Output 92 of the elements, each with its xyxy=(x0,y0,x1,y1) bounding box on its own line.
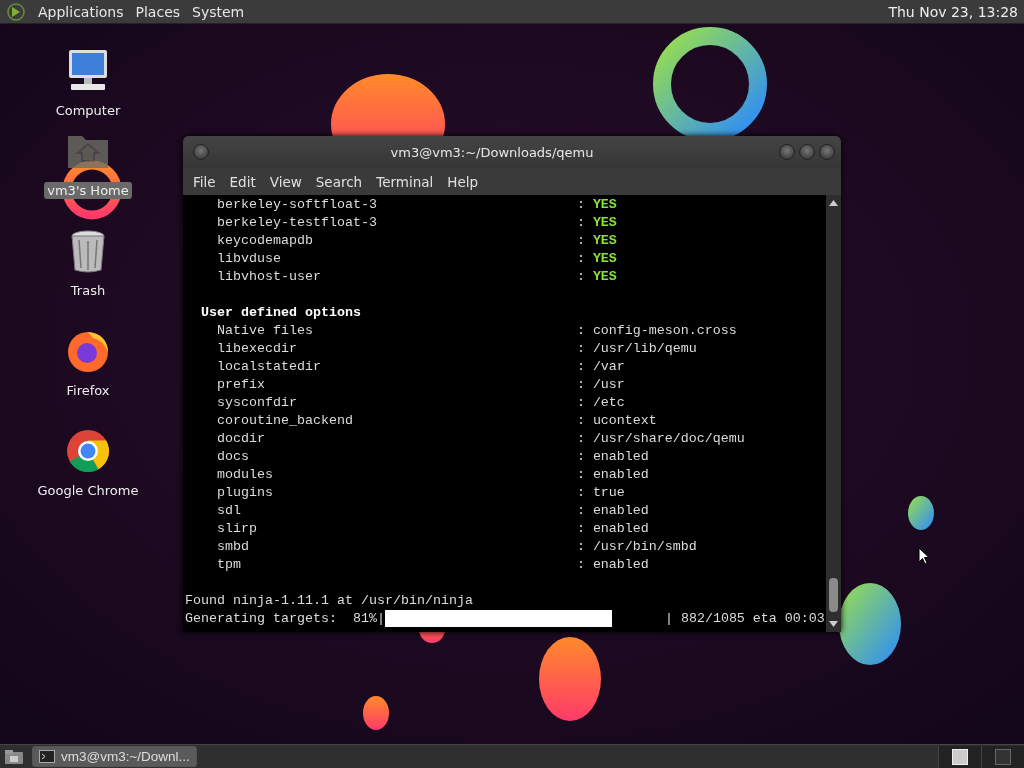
option-value: YES xyxy=(592,232,617,250)
separator: : xyxy=(576,214,585,232)
workspace-switcher-cell[interactable] xyxy=(938,745,981,768)
separator: : xyxy=(576,502,585,520)
option-name: keycodemapdb xyxy=(217,232,313,250)
menu-item[interactable]: Search xyxy=(309,171,371,192)
panel-menu[interactable]: System xyxy=(186,1,251,22)
progress-label: Generating targets: 81%| xyxy=(185,610,385,628)
separator: : xyxy=(576,250,585,268)
menu-item[interactable]: Terminal xyxy=(370,171,442,192)
option-value: /usr/share/doc/qemu xyxy=(592,430,745,448)
option-value: /usr/bin/smbd xyxy=(592,538,697,556)
option-name: plugins xyxy=(217,484,273,502)
scroll-up-icon[interactable] xyxy=(829,199,838,207)
separator: : xyxy=(576,340,585,358)
option-name: localstatedir xyxy=(217,358,321,376)
separator: : xyxy=(576,358,585,376)
separator: : xyxy=(576,466,585,484)
menu-item[interactable]: File xyxy=(187,171,224,192)
close-button[interactable] xyxy=(819,144,835,160)
option-name: slirp xyxy=(217,520,257,538)
option-name: libvduse xyxy=(217,250,281,268)
separator: : xyxy=(576,484,585,502)
separator: : xyxy=(576,538,585,556)
option-value: enabled xyxy=(592,466,649,484)
option-value: true xyxy=(592,484,625,502)
option-value: YES xyxy=(592,268,617,286)
maximize-button[interactable] xyxy=(799,144,815,160)
separator: : xyxy=(576,322,585,340)
option-name: berkeley-softfloat-3 xyxy=(217,196,377,214)
option-name: smbd xyxy=(217,538,249,556)
menu-logo-icon[interactable] xyxy=(6,1,26,22)
minimize-button[interactable] xyxy=(779,144,795,160)
progress-count: | 882/1085 eta 00:03 xyxy=(664,610,825,628)
menu-item[interactable]: Help xyxy=(441,171,487,192)
icon-label[interactable]: Google Chrome xyxy=(34,482,142,499)
separator: : xyxy=(576,520,585,538)
option-name: tpm xyxy=(217,556,241,574)
icon-label[interactable]: Firefox xyxy=(63,382,113,399)
option-value: YES xyxy=(592,250,617,268)
option-value: enabled xyxy=(592,502,649,520)
workspace-switcher-cell[interactable] xyxy=(981,745,1024,768)
clock[interactable]: Thu Nov 23, 13:28 xyxy=(882,1,1024,22)
option-name: libexecdir xyxy=(217,340,297,358)
icon-label[interactable]: Computer xyxy=(52,102,124,119)
option-name: sdl xyxy=(217,502,241,520)
menu-item[interactable]: Edit xyxy=(223,171,264,192)
option-value: enabled xyxy=(592,520,649,538)
scrollbar-thumb[interactable] xyxy=(829,578,838,612)
option-value: /var xyxy=(592,358,625,376)
taskbar-button[interactable]: vm3@vm3:~/Downl... xyxy=(32,746,197,767)
scroll-down-icon[interactable] xyxy=(829,620,838,628)
option-value: enabled xyxy=(592,556,649,574)
window-title: vm3@vm3:~/Downloads/qemu xyxy=(389,144,595,160)
option-name: modules xyxy=(217,466,273,484)
icon-label[interactable]: vm3's Home xyxy=(44,182,132,199)
separator: : xyxy=(576,232,585,250)
show-desktop-icon[interactable] xyxy=(4,748,24,765)
option-name: docs xyxy=(217,448,249,466)
option-name: Native files xyxy=(217,322,313,340)
option-value: /etc xyxy=(592,394,625,412)
separator: : xyxy=(576,196,585,214)
panel-menu[interactable]: Applications xyxy=(32,1,130,22)
separator: : xyxy=(576,268,585,286)
option-value: YES xyxy=(592,196,617,214)
option-name: sysconfdir xyxy=(217,394,297,412)
scrollbar[interactable] xyxy=(826,195,841,632)
icon-label[interactable]: Trash xyxy=(67,282,109,299)
option-name: coroutine_backend xyxy=(217,412,353,430)
separator: : xyxy=(576,412,585,430)
panel-menu[interactable]: Places xyxy=(129,1,187,22)
option-value: /usr xyxy=(592,376,625,394)
option-name: docdir xyxy=(217,430,265,448)
option-value: enabled xyxy=(592,448,649,466)
option-value: ucontext xyxy=(592,412,657,430)
option-value: /usr/lib/qemu xyxy=(592,340,697,358)
terminal-line: Found ninja-1.11.1 at /usr/bin/ninja xyxy=(185,592,473,610)
mouse-pointer-icon xyxy=(918,547,930,565)
option-name: prefix xyxy=(217,376,265,394)
menu-item[interactable]: View xyxy=(263,171,310,192)
option-name: berkeley-testfloat-3 xyxy=(217,214,377,232)
terminal-icon xyxy=(39,750,55,763)
separator: : xyxy=(576,376,585,394)
separator: : xyxy=(576,556,585,574)
separator: : xyxy=(576,394,585,412)
window-menu-button[interactable] xyxy=(193,144,209,160)
separator: : xyxy=(576,430,585,448)
section-heading: User defined options xyxy=(200,304,361,322)
option-name: libvhost-user xyxy=(217,268,321,286)
option-value: YES xyxy=(592,214,617,232)
separator: : xyxy=(576,448,585,466)
option-value: config-meson.cross xyxy=(592,322,737,340)
